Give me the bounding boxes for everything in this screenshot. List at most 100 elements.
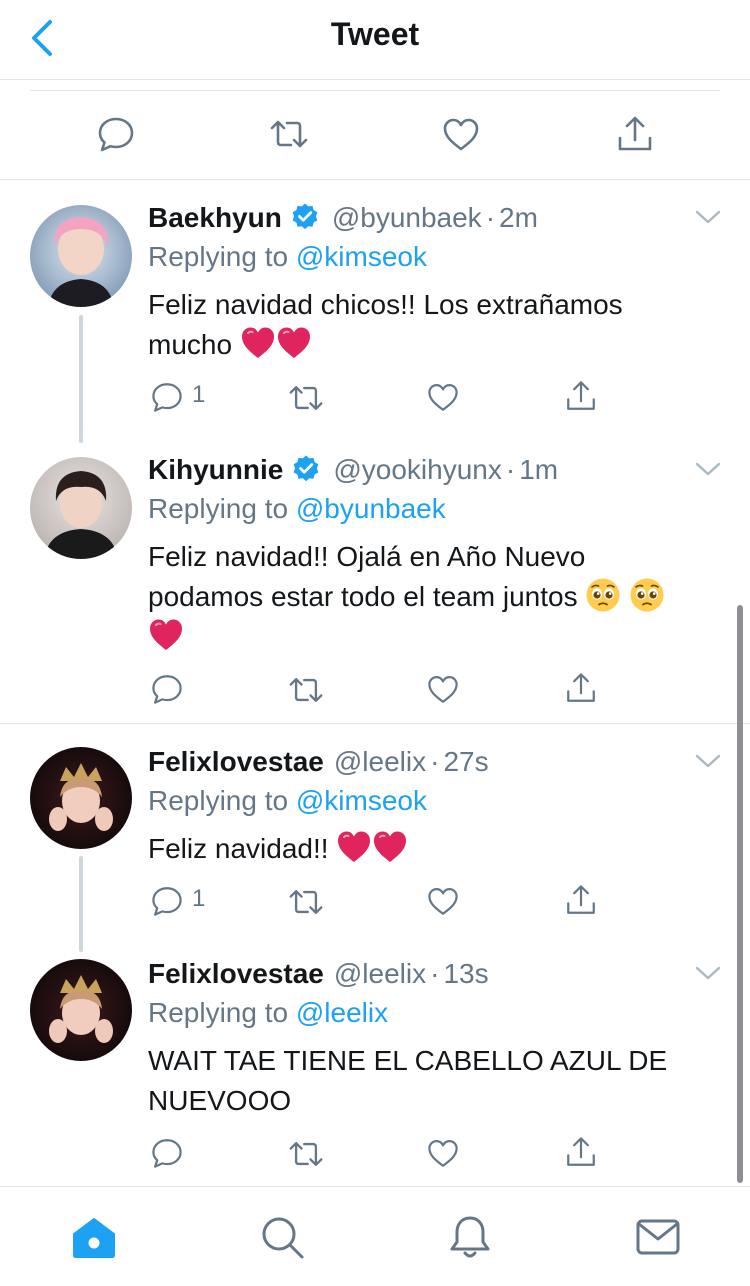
tweet-text-line: mucho bbox=[148, 329, 233, 360]
replying-to: Replying to @leelix bbox=[148, 995, 388, 1031]
red-heart-emoji-icon bbox=[276, 325, 312, 361]
separator: · bbox=[505, 454, 516, 485]
user-handle[interactable]: @leelix bbox=[334, 958, 426, 989]
separator: · bbox=[485, 202, 496, 233]
messages-icon[interactable] bbox=[634, 1213, 682, 1261]
tweet-text-line-with-emoji: podamos estar todo el team juntos bbox=[148, 577, 728, 617]
tweet-action-bar bbox=[148, 1133, 748, 1173]
like-icon[interactable] bbox=[441, 114, 481, 154]
reply-count: 1 bbox=[192, 885, 206, 912]
like-icon[interactable] bbox=[426, 672, 460, 706]
like-icon[interactable] bbox=[426, 380, 460, 414]
tweet-text: WAIT TAE TIENE EL CABELLO AZUL DE NUEVOO… bbox=[148, 1041, 718, 1121]
search-icon[interactable] bbox=[258, 1213, 306, 1261]
like-icon[interactable] bbox=[426, 1136, 460, 1170]
pleading-face-emoji-icon bbox=[629, 577, 665, 613]
tweet-text-line: Feliz navidad!! bbox=[148, 833, 329, 864]
replying-to-handle[interactable]: @byunbaek bbox=[296, 493, 446, 524]
tweet-text-line: podamos estar todo el team juntos bbox=[148, 581, 578, 612]
share-icon[interactable] bbox=[564, 883, 598, 917]
bottom-tab-bar bbox=[0, 1186, 750, 1286]
retweet-icon[interactable] bbox=[288, 672, 324, 708]
tweet-action-bar: 1 bbox=[148, 377, 748, 417]
replying-to: Replying to @kimseok bbox=[148, 239, 427, 275]
display-name[interactable]: Felixlovestae bbox=[148, 746, 324, 777]
tweet-text: Feliz navidad chicos!! Los extrañamos mu… bbox=[148, 285, 718, 365]
replying-to: Replying to @kimseok bbox=[148, 783, 427, 819]
share-icon[interactable] bbox=[564, 379, 598, 413]
reply-tweet[interactable]: Felixlovestae @leelix · 27s Replying to @ki… bbox=[0, 724, 750, 952]
reply-tweet[interactable]: Baekhyun @byunbaek · 2m Replying to @kimseo… bbox=[0, 181, 750, 443]
reply-button[interactable]: 1 bbox=[150, 377, 230, 417]
avatar[interactable] bbox=[30, 457, 132, 559]
like-icon[interactable] bbox=[426, 884, 460, 918]
user-handle[interactable]: @leelix bbox=[334, 746, 426, 777]
replying-to-label: Replying to bbox=[148, 493, 289, 524]
tweet-text-line-with-emoji: mucho bbox=[148, 325, 718, 365]
navigation-header: Tweet bbox=[0, 0, 750, 80]
replying-to-label: Replying to bbox=[148, 997, 289, 1028]
replying-to-handle[interactable]: @kimseok bbox=[296, 785, 427, 816]
retweet-icon[interactable] bbox=[269, 114, 309, 154]
red-heart-emoji-icon bbox=[240, 325, 276, 361]
reply-tweet[interactable]: Kihyunnie @yookihyunx · 1m Replying to @byu… bbox=[0, 441, 750, 723]
display-name[interactable]: Felixlovestae bbox=[148, 958, 324, 989]
replying-to-handle[interactable]: @kimseok bbox=[296, 241, 427, 272]
timestamp: 2m bbox=[499, 202, 538, 233]
user-handle[interactable]: @yookihyunx bbox=[333, 454, 502, 485]
replying-to-label: Replying to bbox=[148, 241, 289, 272]
replying-to-handle[interactable]: @leelix bbox=[296, 997, 388, 1028]
reply-button[interactable]: 1 bbox=[150, 881, 230, 921]
retweet-icon[interactable] bbox=[288, 1136, 324, 1172]
red-heart-emoji-icon bbox=[336, 829, 372, 865]
tweet-text-line: Feliz navidad!! Ojalá en Año Nuevo bbox=[148, 541, 586, 572]
home-icon[interactable] bbox=[70, 1213, 118, 1261]
reply-count: 1 bbox=[192, 381, 206, 408]
chevron-down-icon[interactable] bbox=[694, 964, 722, 982]
user-handle[interactable]: @byunbaek bbox=[332, 202, 482, 233]
main-tweet-action-bar bbox=[0, 80, 750, 180]
display-name[interactable]: Baekhyun bbox=[148, 202, 282, 233]
page-title: Tweet bbox=[330, 16, 420, 52]
reply-icon[interactable] bbox=[150, 884, 184, 918]
separator: · bbox=[430, 746, 440, 777]
timestamp: 1m bbox=[519, 454, 559, 485]
reply-icon[interactable] bbox=[150, 380, 184, 414]
tweet-action-bar bbox=[148, 669, 748, 709]
retweet-icon[interactable] bbox=[288, 380, 324, 416]
scrollbar[interactable] bbox=[737, 605, 743, 1183]
tweet-text-line: Feliz navidad chicos!! Los extrañamos bbox=[148, 289, 623, 320]
red-heart-emoji-icon bbox=[372, 829, 408, 865]
reply-icon[interactable] bbox=[150, 672, 184, 706]
share-icon[interactable] bbox=[615, 114, 655, 154]
retweet-icon[interactable] bbox=[288, 884, 324, 920]
display-name[interactable]: Kihyunnie bbox=[148, 454, 283, 485]
replying-to-label: Replying to bbox=[148, 785, 289, 816]
tweet-header: Baekhyun @byunbaek · 2m bbox=[148, 200, 538, 236]
avatar[interactable] bbox=[30, 205, 132, 307]
tweet-emoji-line bbox=[148, 617, 728, 657]
tweet-text-line: NUEVOOO bbox=[148, 1085, 292, 1116]
divider bbox=[30, 90, 720, 91]
share-icon[interactable] bbox=[564, 671, 598, 705]
tweet-text: Feliz navidad!! bbox=[148, 829, 718, 869]
verified-badge-icon bbox=[290, 202, 320, 232]
replying-to: Replying to @byunbaek bbox=[148, 491, 446, 527]
tweet-text-line-with-emoji: Feliz navidad!! bbox=[148, 829, 718, 869]
reply-icon[interactable] bbox=[96, 114, 136, 154]
reply-tweet[interactable]: Felixlovestae @leelix · 13s Replying to @le… bbox=[0, 952, 750, 1186]
chevron-down-icon[interactable] bbox=[694, 752, 722, 770]
pleading-face-emoji-icon bbox=[585, 577, 621, 613]
tweet-action-bar: 1 bbox=[148, 881, 748, 921]
verified-badge-icon bbox=[291, 454, 321, 484]
timestamp: 27s bbox=[443, 746, 489, 777]
chevron-down-icon[interactable] bbox=[694, 460, 722, 478]
share-icon[interactable] bbox=[564, 1135, 598, 1169]
avatar[interactable] bbox=[30, 747, 132, 849]
reply-icon[interactable] bbox=[150, 1136, 184, 1170]
tweet-text-line: WAIT TAE TIENE EL CABELLO AZUL DE bbox=[148, 1045, 668, 1076]
chevron-down-icon[interactable] bbox=[694, 208, 722, 226]
tweet-header: Felixlovestae @leelix · 27s bbox=[148, 744, 489, 780]
avatar[interactable] bbox=[30, 959, 132, 1061]
notifications-icon[interactable] bbox=[446, 1213, 494, 1261]
